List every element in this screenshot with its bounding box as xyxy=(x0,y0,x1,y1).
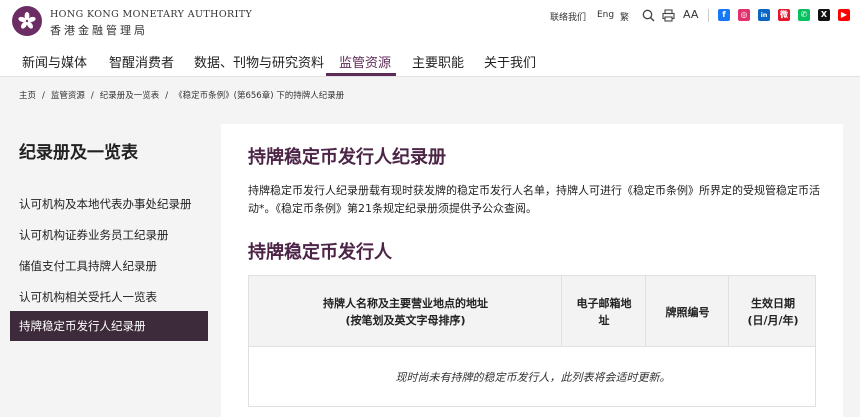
search-icon[interactable] xyxy=(641,8,655,22)
nav-active-indicator xyxy=(326,73,396,76)
column-header-license-number: 牌照编号 xyxy=(646,276,729,348)
contact-link[interactable]: 联络我们 xyxy=(550,10,586,23)
weibo-icon[interactable]: 微 xyxy=(778,9,790,21)
page-title: 持牌稳定币发行人纪录册 xyxy=(248,147,446,168)
top-bar: HONG KONG MONETARY AUTHORITY 香港金融管理局 联络我… xyxy=(0,0,860,44)
table-body: 现时尚未有持牌的稳定币发行人，此列表将会适时更新。 xyxy=(248,347,816,407)
column-header-text: 生效日期 (日/月/年) xyxy=(747,297,799,327)
main-nav: 新闻与媒体 智醒消费者 数据、刊物与研究资料 监管资源 主要职能 关于我们 xyxy=(0,44,860,77)
nav-item-key-functions[interactable]: 主要职能 xyxy=(412,52,464,71)
column-header-text: 电子邮箱地址 xyxy=(576,297,632,327)
lang-tc-link[interactable]: 繁 xyxy=(620,10,629,23)
font-size-toggle[interactable]: AA xyxy=(683,8,698,21)
facebook-icon[interactable]: f xyxy=(718,9,730,21)
bauhinia-icon xyxy=(18,12,36,29)
column-header-text: 牌照编号 xyxy=(665,305,710,319)
sidebar-item-ai-register[interactable]: 认可机构及本地代表办事处纪录册 xyxy=(10,189,208,219)
sidebar-item-svf-licensees[interactable]: 储值支付工具持牌人纪录册 xyxy=(10,251,208,281)
breadcrumb-registers[interactable]: 纪录册及一览表 xyxy=(100,91,160,101)
linkedin-icon[interactable]: in xyxy=(758,9,770,21)
brand-name-en: HONG KONG MONETARY AUTHORITY xyxy=(50,9,253,20)
intro-text: 持牌稳定币发行人纪录册载有现时获发牌的稳定币发行人名单，持牌人可进行《稳定币条例… xyxy=(248,184,820,215)
youtube-icon[interactable]: ▶ xyxy=(838,9,850,21)
column-header-text: 持牌人名称及主要营业地点的地址 (按笔划及英文字母排序) xyxy=(323,297,488,327)
hkma-logo[interactable] xyxy=(12,6,42,36)
nav-item-regulatory-resources[interactable]: 监管资源 xyxy=(339,52,391,71)
nav-item-data-publications[interactable]: 数据、刊物与研究资料 xyxy=(194,52,324,71)
nav-item-news[interactable]: 新闻与媒体 xyxy=(22,52,87,71)
nav-item-consumer[interactable]: 智醒消费者 xyxy=(109,52,174,71)
column-header-effective-date: 生效日期 (日/月/年) xyxy=(729,276,817,348)
section-title: 持牌稳定币发行人 xyxy=(248,242,392,263)
utility-divider xyxy=(708,9,709,22)
sidebar-title: 纪录册及一览表 xyxy=(19,143,138,163)
breadcrumb-home[interactable]: 主页 xyxy=(19,91,36,101)
breadcrumb-separator: / xyxy=(42,91,45,101)
column-header-name-address: 持牌人名称及主要营业地点的地址 (按笔划及英文字母排序) xyxy=(249,276,562,348)
breadcrumb-regulatory-resources[interactable]: 监管资源 xyxy=(51,91,85,101)
breadcrumb-current: 《稳定币条例》(第656章) 下的持牌人纪录册 xyxy=(174,91,345,101)
lang-en-link[interactable]: Eng xyxy=(597,10,614,20)
x-icon[interactable]: X xyxy=(818,9,830,21)
nav-item-about-us[interactable]: 关于我们 xyxy=(484,52,536,71)
print-icon[interactable] xyxy=(661,8,675,22)
wechat-icon[interactable]: ✆ xyxy=(798,9,810,21)
sidebar-item-stablecoin-issuers[interactable]: 持牌稳定币发行人纪录册 xyxy=(10,311,208,341)
breadcrumb-separator: / xyxy=(165,91,169,101)
sidebar-item-trustees[interactable]: 认可机构相关受托人一览表 xyxy=(10,282,208,312)
empty-table-message: 现时尚未有持牌的稳定币发行人，此列表将会适时更新。 xyxy=(395,371,671,384)
breadcrumb: 主页 / 监管资源 / 纪录册及一览表 / 《稳定币条例》(第656章) 下的持牌人纪录册 xyxy=(19,89,350,101)
instagram-icon[interactable]: ◎ xyxy=(738,9,750,21)
sidebar-item-securities-staff[interactable]: 认可机构证券业务员工纪录册 xyxy=(10,220,208,250)
breadcrumb-separator: / xyxy=(90,91,94,101)
brand-name-zh: 香港金融管理局 xyxy=(50,24,148,37)
table-header: 持牌人名称及主要营业地点的地址 (按笔划及英文字母排序) 电子邮箱地址 牌照编号 … xyxy=(248,275,817,348)
column-header-email: 电子邮箱地址 xyxy=(562,276,646,348)
